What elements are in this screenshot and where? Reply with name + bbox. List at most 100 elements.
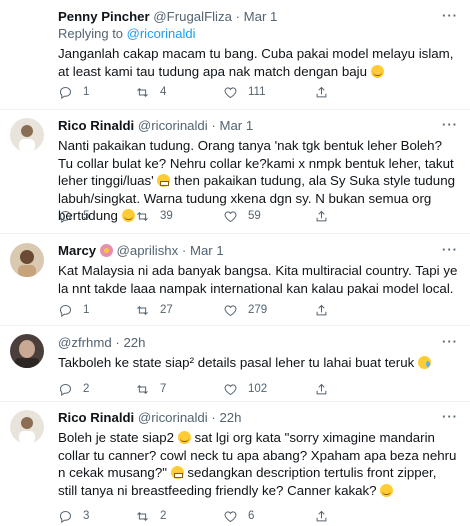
like-button[interactable]: 59 <box>223 208 261 224</box>
more-options-icon[interactable]: ··· <box>442 8 458 24</box>
author-name[interactable]: Marcy <box>58 243 96 258</box>
share-icon <box>316 383 327 394</box>
author-handle[interactable]: @ricorinaldi <box>138 118 208 133</box>
face-with-tear-icon <box>417 356 431 369</box>
tweet-header: Penny Pincher @FrugalFliza · Mar 1 ··· <box>58 8 458 25</box>
retweet-button[interactable]: 2 <box>135 508 166 524</box>
tweet[interactable]: @zfrhmd · 22h ··· Takboleh ke state siap… <box>0 326 470 402</box>
reply-icon <box>59 510 72 523</box>
share-button[interactable] <box>314 84 329 100</box>
tweet-actions: 3 2 6 <box>58 508 438 524</box>
flower-icon <box>99 244 113 257</box>
retweet-icon <box>137 211 148 221</box>
retweet-count: 7 <box>160 383 167 395</box>
smiling-face-icon <box>380 483 394 497</box>
reply-button[interactable]: 1 <box>58 302 89 318</box>
retweet-icon <box>137 384 148 394</box>
reply-icon <box>59 86 72 99</box>
reply-button[interactable]: 2 <box>58 381 89 397</box>
replying-to: Replying to @ricorinaldi <box>58 25 458 42</box>
separator-dot: · <box>211 410 216 425</box>
tweet-time[interactable]: Mar 1 <box>219 118 253 133</box>
heart-icon <box>224 510 237 522</box>
more-options-icon[interactable]: ··· <box>442 117 458 133</box>
author-handle[interactable]: @FrugalFliza <box>153 9 232 24</box>
reply-count: 5 <box>83 210 90 222</box>
avatar[interactable] <box>10 243 44 277</box>
tweet-time[interactable]: Mar 1 <box>190 243 224 258</box>
like-count: 111 <box>248 86 266 98</box>
share-button[interactable] <box>314 508 329 524</box>
retweet-button[interactable]: 39 <box>135 208 173 224</box>
like-button[interactable]: 102 <box>223 381 267 397</box>
author-name[interactable]: Penny Pincher <box>58 9 150 24</box>
grimacing-face-icon <box>170 466 184 479</box>
more-options-icon[interactable]: ··· <box>442 334 458 350</box>
reply-icon <box>59 383 72 396</box>
avatar-image <box>10 334 44 368</box>
author-handle[interactable]: @aprilishx <box>116 243 178 258</box>
retweet-button[interactable]: 4 <box>135 84 166 100</box>
reply-button[interactable]: 1 <box>58 84 89 100</box>
retweet-count: 2 <box>160 510 167 522</box>
share-icon <box>316 510 327 521</box>
avatar[interactable] <box>10 334 44 368</box>
tweet-header: @zfrhmd · 22h ··· <box>58 334 458 351</box>
like-button[interactable]: 111 <box>223 84 265 100</box>
grimacing-face-icon <box>157 174 171 187</box>
separator-dot: · <box>115 335 120 350</box>
tweet-text: Kat Malaysia ni ada banyak bangsa. Kita … <box>58 263 458 296</box>
tweet[interactable]: Penny Pincher @FrugalFliza · Mar 1 ··· R… <box>0 0 470 110</box>
heart-icon <box>224 383 237 395</box>
avatar[interactable] <box>10 410 44 444</box>
share-button[interactable] <box>314 381 329 397</box>
reply-icon <box>59 304 72 317</box>
tweet-text: Janganlah cakap macam tu bang. Cuba paka… <box>58 45 458 80</box>
author-handle[interactable]: @zfrhmd <box>58 335 112 350</box>
like-count: 102 <box>248 383 268 395</box>
share-button[interactable] <box>314 208 329 224</box>
avatar-image <box>10 410 44 444</box>
tweet-time[interactable]: Mar 1 <box>244 9 278 24</box>
tweet[interactable]: Rico Rinaldi @ricorinaldi · 22h ··· Bole… <box>0 402 470 526</box>
reply-count: 3 <box>83 510 90 522</box>
like-button[interactable]: 279 <box>223 302 267 318</box>
author-handle[interactable]: @ricorinaldi <box>138 410 208 425</box>
tweet-actions: 1 27 279 <box>58 302 438 318</box>
replying-handle[interactable]: @ricorinaldi <box>127 26 196 41</box>
avatar[interactable] <box>10 118 44 152</box>
share-button[interactable] <box>314 302 329 318</box>
tweet-text-part: Janganlah cakap macam tu bang. Cuba paka… <box>58 46 454 79</box>
retweet-button[interactable]: 7 <box>135 381 166 397</box>
avatar-image <box>10 118 44 152</box>
separator-dot: · <box>181 243 187 258</box>
tweet-actions: 5 39 59 <box>58 208 438 224</box>
more-options-icon[interactable]: ··· <box>442 409 458 425</box>
more-options-icon[interactable]: ··· <box>442 242 458 258</box>
tweet[interactable]: Marcy @aprilishx · Mar 1 ··· Kat Malaysi… <box>0 234 470 326</box>
retweet-icon <box>137 87 148 97</box>
separator-dot: · <box>235 9 240 24</box>
reply-count: 1 <box>83 86 90 98</box>
separator-dot: · <box>211 118 216 133</box>
avatar-image <box>10 243 44 277</box>
retweet-button[interactable]: 27 <box>135 302 173 318</box>
smiling-face-icon <box>370 64 384 78</box>
reply-count: 1 <box>83 304 90 316</box>
tweet-time[interactable]: 22h <box>123 335 145 350</box>
reply-button[interactable]: 5 <box>58 208 89 224</box>
like-button[interactable]: 6 <box>223 508 254 524</box>
retweet-icon <box>137 511 148 521</box>
tweet-header: Marcy @aprilishx · Mar 1 ··· <box>58 242 458 259</box>
reply-button[interactable]: 3 <box>58 508 89 524</box>
heart-icon <box>224 86 237 98</box>
tweet-time[interactable]: 22h <box>219 410 241 425</box>
author-name[interactable]: Rico Rinaldi <box>58 410 134 425</box>
replying-label: Replying to <box>58 26 127 41</box>
author-name[interactable]: Rico Rinaldi <box>58 118 134 133</box>
tweet-actions: 1 4 111 <box>58 84 438 100</box>
like-count: 279 <box>248 304 268 316</box>
tweet[interactable]: Rico Rinaldi @ricorinaldi · Mar 1 ··· Na… <box>0 110 470 234</box>
smiling-face-icon <box>177 431 191 444</box>
retweet-count: 39 <box>160 210 173 222</box>
